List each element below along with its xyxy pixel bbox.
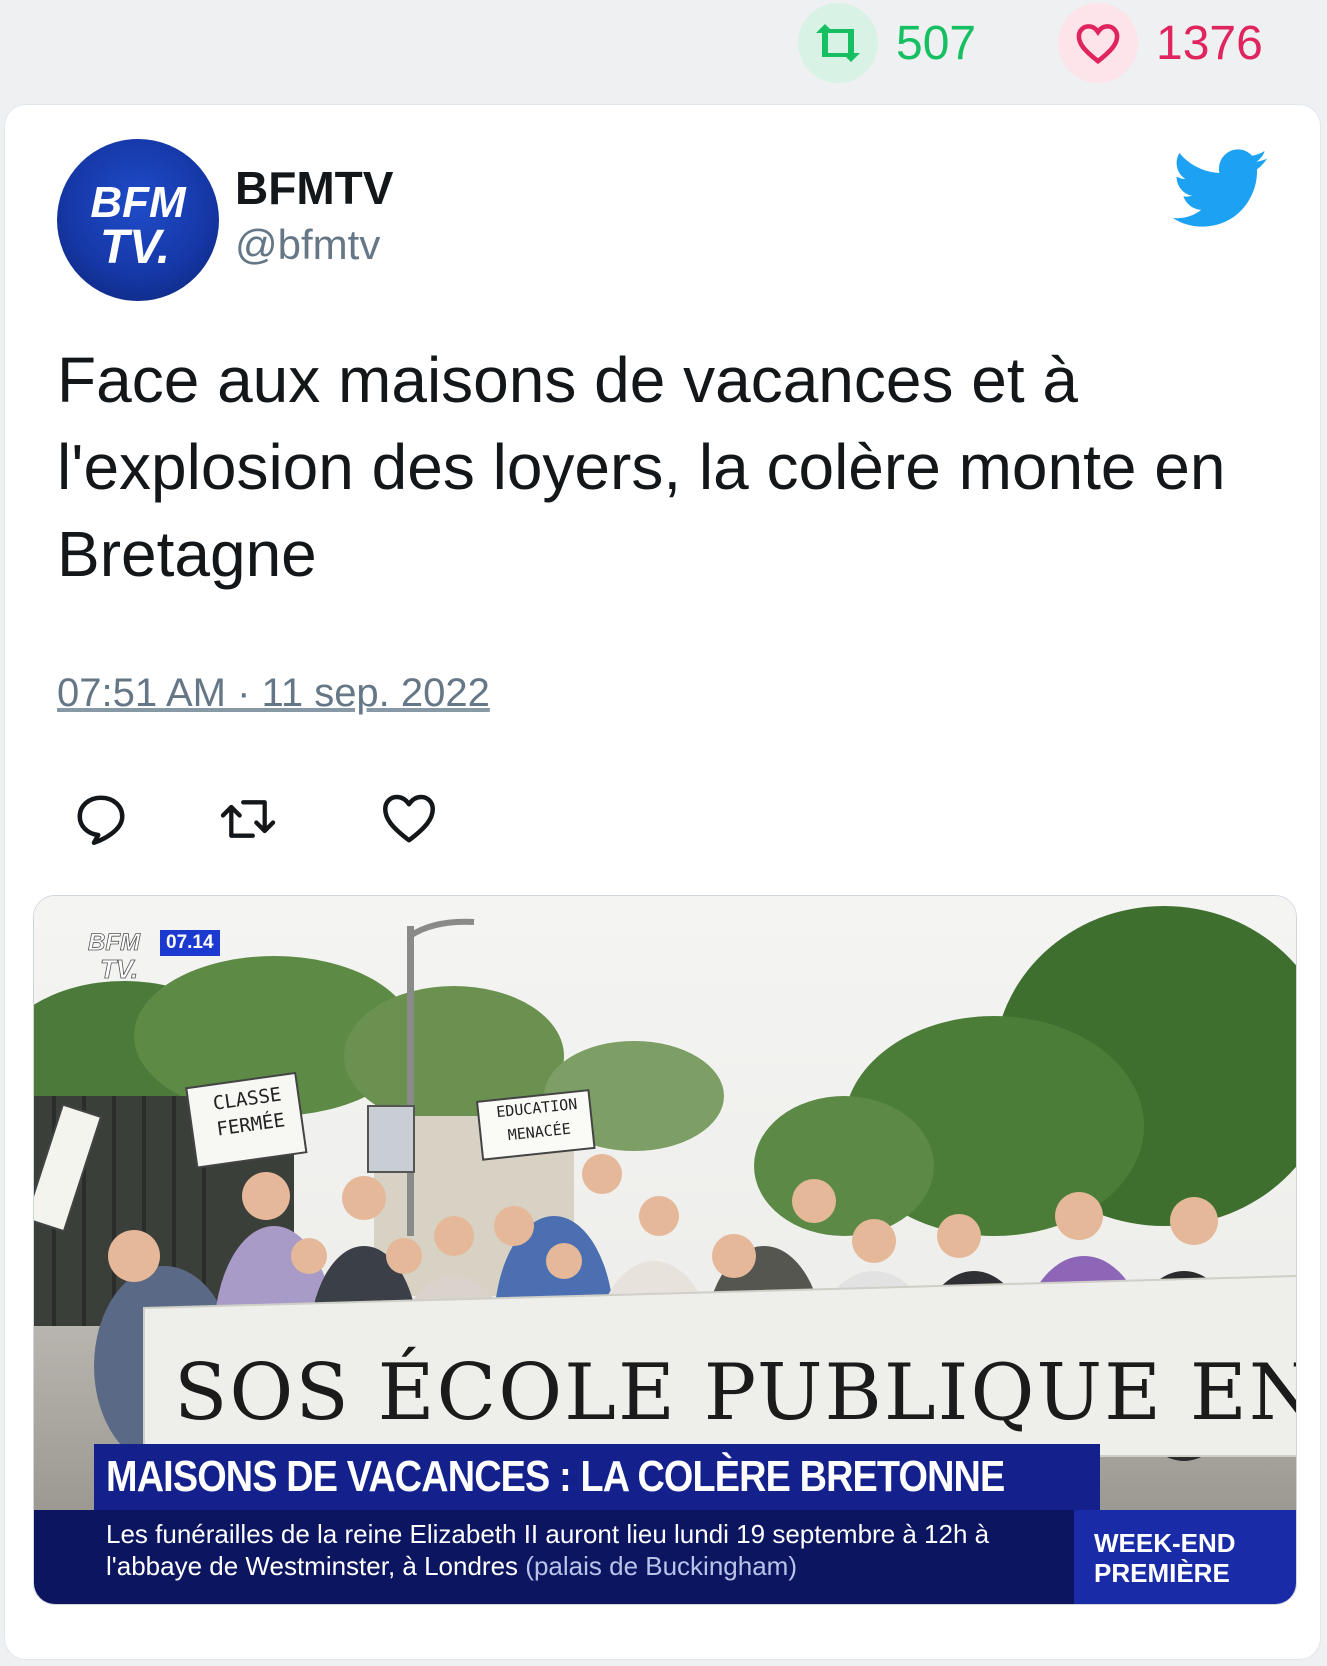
tweet-stats-bar: 507 1376 <box>0 0 1327 96</box>
tweet-card: BFM TV. BFMTV @bfmtv Face aux maisons de… <box>4 104 1321 1660</box>
svg-text:BFM: BFM <box>90 178 187 227</box>
show-name-badge: WEEK-END PREMIÈRE <box>1074 1510 1296 1604</box>
author-handle[interactable]: @bfmtv <box>235 221 380 269</box>
tweet-text: Face aux maisons de vacances et à l'expl… <box>57 344 1226 590</box>
ticker-text: Les funérailles de la reine Elizabeth II… <box>106 1518 1066 1582</box>
author-name[interactable]: BFMTV <box>235 161 393 215</box>
heart-icon[interactable] <box>1058 3 1138 83</box>
like-action-icon[interactable] <box>379 789 439 849</box>
broadcast-clock: 07.14 <box>160 930 220 956</box>
bfmtv-logo: BFM TV. <box>90 178 187 274</box>
news-headline-bar: MAISONS DE VACANCES : LA COLÈRE BRETONNE <box>94 1444 1100 1510</box>
news-headline: MAISONS DE VACANCES : LA COLÈRE BRETONNE <box>106 1452 1005 1501</box>
svg-text:TV.: TV. <box>100 954 138 982</box>
show-name-line2: PREMIÈRE <box>1094 1558 1230 1588</box>
retweet-action-icon[interactable] <box>217 789 277 849</box>
tweet-media-image[interactable]: BFM TV. 07.14 CLASSE FERMÉE EDUCATION ME… <box>33 895 1297 1605</box>
retweet-icon[interactable] <box>798 3 878 83</box>
protest-banner: SOS ÉCOLE PUBLIQUE EN DANGER <box>174 1348 1296 1438</box>
like-stat[interactable]: 1376 <box>1058 2 1263 84</box>
tweet-timestamp[interactable]: 07:51 AM · 11 sep. 2022 <box>57 671 490 716</box>
avatar[interactable]: BFM TV. <box>57 139 219 301</box>
show-name-line1: WEEK-END <box>1094 1528 1236 1558</box>
ticker-source: (palais de Buckingham) <box>525 1551 797 1581</box>
retweet-count: 507 <box>896 16 977 70</box>
svg-text:BFM: BFM <box>88 929 141 956</box>
twitter-bird-icon[interactable] <box>1172 149 1269 234</box>
like-count: 1376 <box>1156 16 1263 70</box>
retweet-stat[interactable]: 507 <box>798 2 976 84</box>
news-ticker: Les funérailles de la reine Elizabeth II… <box>34 1510 1074 1604</box>
svg-text:TV.: TV. <box>100 221 170 274</box>
reply-icon[interactable] <box>71 789 131 849</box>
